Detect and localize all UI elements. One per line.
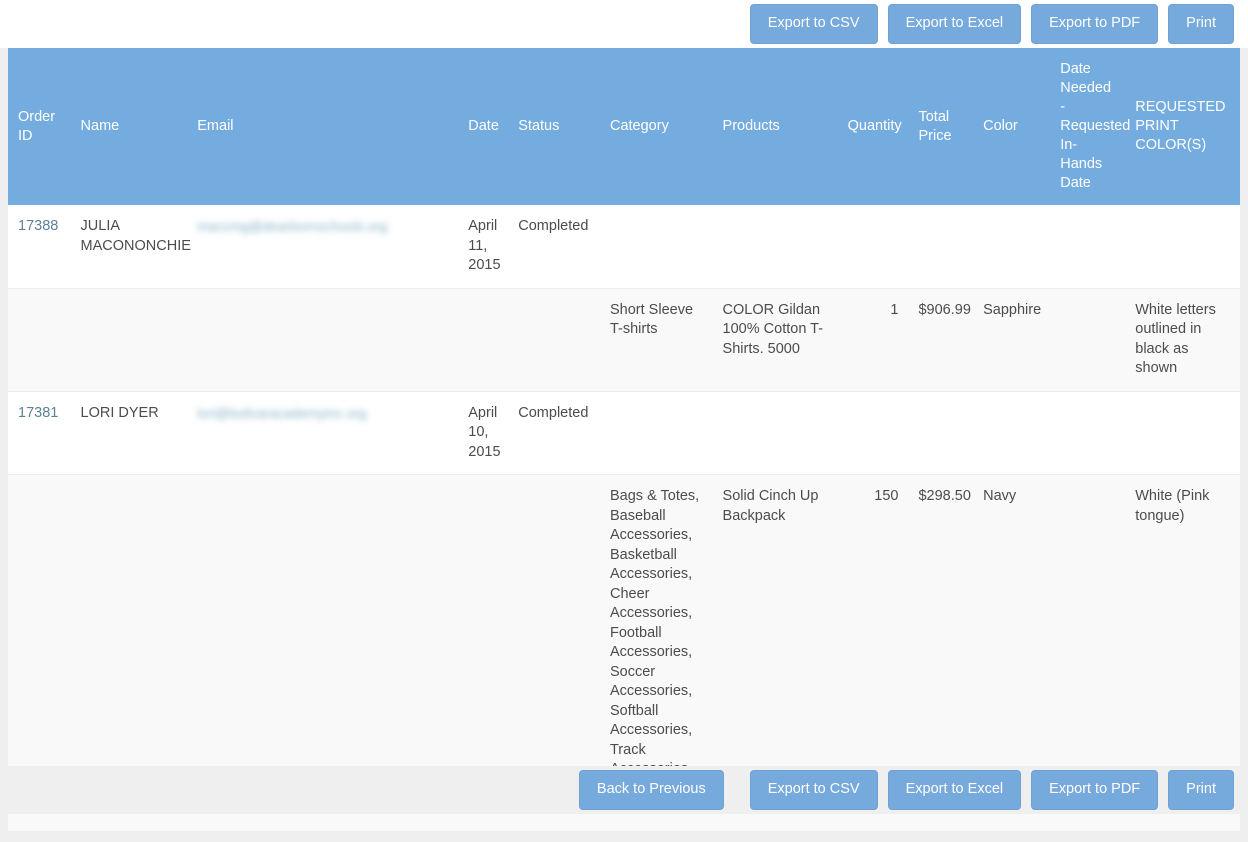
status-cell-empty bbox=[508, 287, 600, 391]
requested-print-colors-cell bbox=[1125, 205, 1240, 288]
bottom-toolbar: Back to Previous Export to CSV Export to… bbox=[0, 766, 1248, 814]
column-header-total-price[interactable]: Total Price bbox=[908, 48, 974, 205]
products-cell: COLOR Gildan 100% Cotton T-Shirts. 5000 bbox=[712, 287, 838, 391]
export-excel-button-top[interactable]: Export to Excel bbox=[887, 4, 1022, 44]
products-cell bbox=[712, 390, 838, 475]
top-toolbar: Export to CSV Export to Excel Export to … bbox=[0, 0, 1248, 48]
redacted-email: maccmg@dearbornschools.org bbox=[197, 219, 388, 234]
category-cell bbox=[599, 390, 713, 475]
color-cell bbox=[973, 205, 1050, 288]
total-price-cell bbox=[908, 205, 973, 288]
customer-name-cell: LORI DYER bbox=[70, 390, 188, 475]
column-header-products[interactable]: Products bbox=[712, 48, 838, 205]
print-button-bottom[interactable]: Print bbox=[1168, 770, 1234, 810]
requested-print-colors-cell bbox=[1125, 390, 1240, 475]
total-price-cell: $906.99 bbox=[908, 287, 974, 391]
order-date-cell-empty bbox=[458, 287, 509, 391]
column-header-email[interactable]: Email bbox=[187, 48, 459, 205]
color-cell: Sapphire bbox=[973, 287, 1051, 391]
date-needed-cell bbox=[1050, 287, 1126, 391]
category-cell bbox=[600, 205, 713, 288]
order-id-cell: 17388 bbox=[8, 205, 71, 288]
column-header-color[interactable]: Color bbox=[973, 48, 1051, 205]
total-price-cell bbox=[908, 390, 974, 475]
orders-table-head: Order ID Name Email Date Status Category… bbox=[8, 48, 1240, 205]
quantity-cell bbox=[837, 390, 909, 475]
orders-report-page: Export to CSV Export to Excel Export to … bbox=[0, 0, 1248, 842]
column-header-quantity[interactable]: Quantity bbox=[837, 48, 909, 205]
column-header-status[interactable]: Status bbox=[508, 48, 600, 205]
header-row: Order ID Name Email Date Status Category… bbox=[8, 48, 1240, 205]
back-to-previous-button[interactable]: Back to Previous bbox=[578, 770, 724, 810]
order-id-link[interactable]: 17381 bbox=[18, 405, 58, 421]
date-needed-cell bbox=[1050, 205, 1125, 288]
redacted-email: lori@bolivaracademyinc.org bbox=[197, 405, 367, 421]
order-id-cell-empty bbox=[8, 287, 71, 391]
order-id-cell: 17381 bbox=[8, 390, 71, 475]
order-date-cell: April 11, 2015 bbox=[468, 218, 501, 273]
export-csv-button-top[interactable]: Export to CSV bbox=[749, 4, 878, 44]
customer-email-cell: maccmg@dearbornschools.org bbox=[187, 205, 458, 288]
status-badge: Completed bbox=[518, 218, 589, 234]
quantity-cell bbox=[838, 205, 909, 288]
export-pdf-button-bottom[interactable]: Export to PDF bbox=[1031, 770, 1159, 810]
table-row: 17381 LORI DYER lori@bolivaracademyinc.o… bbox=[8, 390, 1240, 475]
orders-table: Order ID Name Email Date Status Category… bbox=[8, 48, 1240, 831]
orders-table-body: 17388 JULIA MACONONCHIE maccmg@dearborns… bbox=[8, 205, 1240, 831]
customer-name-cell: JULIA MACONONCHIE bbox=[80, 218, 191, 254]
customer-email-cell: lori@bolivaracademyinc.org bbox=[187, 390, 459, 475]
quantity-cell: 1 bbox=[837, 287, 909, 391]
table-row: 17388 JULIA MACONONCHIE maccmg@dearborns… bbox=[8, 205, 1240, 288]
export-pdf-button-top[interactable]: Export to PDF bbox=[1031, 4, 1159, 44]
column-header-date-needed[interactable]: Date Needed - Requested In-Hands Date bbox=[1050, 48, 1130, 205]
category-cell: Short Sleeve T-shirts bbox=[599, 287, 713, 391]
column-header-requested-print-colors[interactable]: REQUESTED PRINT COLOR(S) bbox=[1125, 48, 1240, 205]
export-csv-button-bottom[interactable]: Export to CSV bbox=[749, 770, 878, 810]
status-badge: Completed bbox=[508, 390, 600, 475]
print-button-top[interactable]: Print bbox=[1168, 4, 1234, 44]
products-cell bbox=[713, 205, 838, 288]
order-date-cell: April 10, 2015 bbox=[458, 390, 509, 475]
orders-table-container: Order ID Name Email Date Status Category… bbox=[8, 48, 1240, 831]
column-header-name[interactable]: Name bbox=[70, 48, 188, 205]
column-header-order-id[interactable]: Order ID bbox=[8, 48, 71, 205]
order-id-link[interactable]: 17388 bbox=[18, 218, 58, 234]
requested-print-colors-cell: White letters outlined in black as shown bbox=[1125, 287, 1240, 391]
column-header-date[interactable]: Date bbox=[458, 48, 509, 205]
column-header-category[interactable]: Category bbox=[599, 48, 713, 205]
table-row-detail: Short Sleeve T-shirts COLOR Gildan 100% … bbox=[8, 287, 1240, 391]
color-cell bbox=[973, 390, 1051, 475]
customer-email-cell-empty bbox=[187, 287, 459, 391]
date-needed-cell bbox=[1050, 390, 1126, 475]
export-excel-button-bottom[interactable]: Export to Excel bbox=[887, 770, 1022, 810]
customer-name-cell-empty bbox=[70, 287, 188, 391]
